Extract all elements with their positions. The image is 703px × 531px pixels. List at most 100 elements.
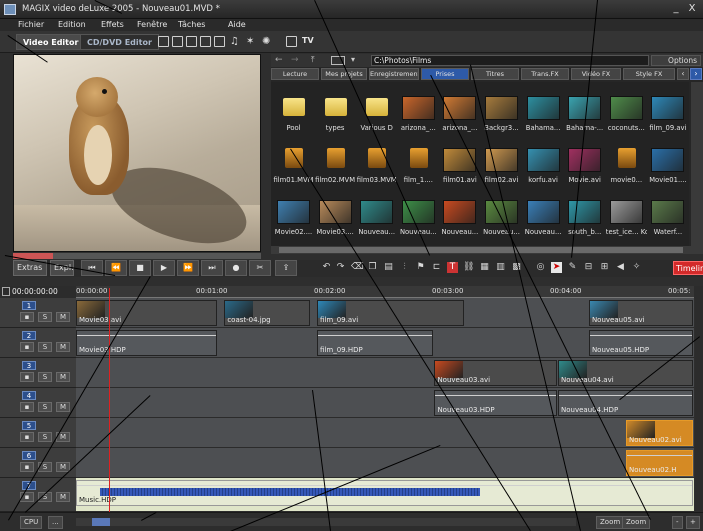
timecode-toggle-icon[interactable]: [2, 287, 10, 296]
pencil-icon[interactable]: ✎: [567, 262, 578, 273]
volume-icon[interactable]: ◀: [615, 262, 626, 273]
browser-vertical-scrollbar[interactable]: [691, 82, 703, 246]
video-clip[interactable]: Nouveau02.avi: [626, 420, 693, 446]
video-clip[interactable]: film_09.avi: [317, 300, 465, 326]
media-item[interactable]: Nouveau...: [439, 188, 480, 240]
track-lock-icon[interactable]: ▪: [20, 372, 34, 382]
video-preview-monitor[interactable]: [13, 54, 261, 252]
new-file-icon[interactable]: [158, 36, 169, 47]
media-item[interactable]: coconuts...: [606, 84, 647, 136]
menu-effets[interactable]: Effets: [101, 20, 124, 29]
options-dropdown[interactable]: Options: [651, 55, 701, 66]
split-icon[interactable]: ⫶: [399, 262, 410, 273]
play-button[interactable]: ▶: [153, 260, 175, 276]
track-solo-button[interactable]: S: [38, 342, 52, 352]
chain-icon[interactable]: ⛓: [463, 262, 474, 273]
media-item[interactable]: south_b...: [564, 188, 605, 240]
menu-edition[interactable]: Edition: [58, 20, 86, 29]
menu-fenetre[interactable]: Fenêtre: [137, 20, 167, 29]
preview-position-slider[interactable]: [13, 253, 261, 259]
media-item[interactable]: film_09.avi: [647, 84, 688, 136]
track-mute-button[interactable]: M: [56, 372, 70, 382]
media-item[interactable]: arizona_...: [439, 84, 480, 136]
wand-icon[interactable]: ✶: [246, 36, 257, 47]
calendar-icon[interactable]: [286, 36, 297, 47]
media-item[interactable]: film01.MVM: [273, 136, 314, 188]
browser-scroll-thumb[interactable]: [279, 247, 683, 253]
track-lock-icon[interactable]: ▪: [20, 312, 34, 322]
audio-clip[interactable]: Movie03.HDP: [76, 330, 218, 356]
track-solo-button[interactable]: S: [38, 432, 52, 442]
track-lock-icon[interactable]: ▪: [20, 402, 34, 412]
forward-arrow-icon[interactable]: →: [291, 55, 299, 65]
record-button[interactable]: ●: [225, 260, 247, 276]
browser-tab[interactable]: Enregistrements: [369, 68, 419, 80]
media-item[interactable]: Movie01....: [647, 136, 688, 188]
browser-tab[interactable]: Prises: [421, 68, 469, 80]
effects-wand-icon[interactable]: ✧: [631, 262, 642, 273]
track-lane[interactable]: Nouveau02.H: [76, 448, 694, 478]
browser-tab[interactable]: Mes projets: [321, 68, 367, 80]
volume-envelope[interactable]: [589, 335, 692, 336]
media-item[interactable]: film_1....: [398, 136, 439, 188]
title-tool-icon[interactable]: T: [447, 262, 458, 273]
save-as-icon[interactable]: [200, 36, 211, 47]
up-folder-icon[interactable]: ⤒: [311, 55, 315, 65]
save-icon[interactable]: [186, 36, 197, 47]
range-icon[interactable]: ⊟: [583, 262, 594, 273]
menu-fichier[interactable]: Fichier: [18, 20, 44, 29]
go-to-end-button[interactable]: ⏭: [201, 260, 223, 276]
timeline-mode-button[interactable]: Timeline: [673, 261, 703, 275]
tab-scroll-right-icon[interactable]: ›: [690, 68, 702, 80]
marker-icon[interactable]: ⚑: [415, 262, 426, 273]
media-item[interactable]: arizona_...: [398, 84, 439, 136]
group-icon[interactable]: ◎: [535, 262, 546, 273]
close-button[interactable]: X: [686, 3, 698, 15]
media-item[interactable]: korfu.avi: [523, 136, 564, 188]
media-item[interactable]: movie0...: [606, 136, 647, 188]
track-lane[interactable]: Nouveau03.avi Nouveau04.avi: [76, 358, 694, 388]
media-item[interactable]: Nouveau...: [356, 188, 397, 240]
go-to-start-button[interactable]: ⏮: [81, 260, 103, 276]
music-note-icon[interactable]: ♫: [230, 36, 241, 47]
track-lane[interactable]: Movie03.HDP film_09.HDP Nouveau05.HDP: [76, 328, 694, 358]
track-lock-icon[interactable]: ▪: [20, 342, 34, 352]
media-item[interactable]: Movie.avi: [564, 136, 605, 188]
media-item[interactable]: Backgr3...: [481, 84, 522, 136]
redo-icon[interactable]: ↷: [335, 262, 346, 273]
timeline-vertical-scrollbar[interactable]: [695, 286, 703, 512]
storyboard-icon[interactable]: ▦: [479, 262, 490, 273]
stretch-icon[interactable]: ⊞: [599, 262, 610, 273]
trim-icon[interactable]: ⊏: [431, 262, 442, 273]
cd-dvd-editor-tab[interactable]: CD/DVD Editor: [80, 34, 159, 50]
track-mute-button[interactable]: M: [56, 342, 70, 352]
audio-clip[interactable]: Nouveau02.H: [626, 450, 693, 476]
media-item[interactable]: Various D: [356, 84, 397, 136]
browser-horizontal-scrollbar[interactable]: [271, 246, 703, 254]
timeline-horizontal-scrollbar[interactable]: [76, 518, 576, 526]
media-item[interactable]: test_ice... Komp 1 ...: [606, 188, 647, 240]
cpu-button[interactable]: CPU: [20, 516, 43, 529]
back-arrow-icon[interactable]: ←: [275, 55, 283, 65]
volume-envelope[interactable]: [627, 455, 692, 456]
dropdown-arrow-icon[interactable]: ▾: [351, 55, 355, 64]
menu-taches[interactable]: Tâches: [178, 20, 205, 29]
pointer-tool-icon[interactable]: ➤: [551, 262, 562, 273]
media-item[interactable]: Pool: [273, 84, 314, 136]
track-lock-icon[interactable]: ▪: [20, 432, 34, 442]
media-item[interactable]: film02.MVM: [315, 136, 356, 188]
browser-tab[interactable]: Titres: [471, 68, 519, 80]
print-icon[interactable]: [214, 36, 225, 47]
effects-icon[interactable]: ✺: [262, 36, 273, 47]
tv-button[interactable]: TV: [302, 36, 314, 45]
zoom-in-button[interactable]: +: [686, 516, 700, 529]
browser-tab[interactable]: Lecture: [271, 68, 319, 80]
paste-icon[interactable]: ▤: [383, 262, 394, 273]
media-item[interactable]: Movie02....: [273, 188, 314, 240]
video-clip[interactable]: Nouveau03.avi: [434, 360, 558, 386]
media-item[interactable]: Waterf...: [647, 188, 688, 240]
cut-button[interactable]: ✂: [249, 260, 271, 276]
volume-envelope[interactable]: [77, 485, 692, 486]
track-solo-button[interactable]: S: [38, 402, 52, 412]
tab-scroll-left-icon[interactable]: ‹: [677, 68, 689, 80]
